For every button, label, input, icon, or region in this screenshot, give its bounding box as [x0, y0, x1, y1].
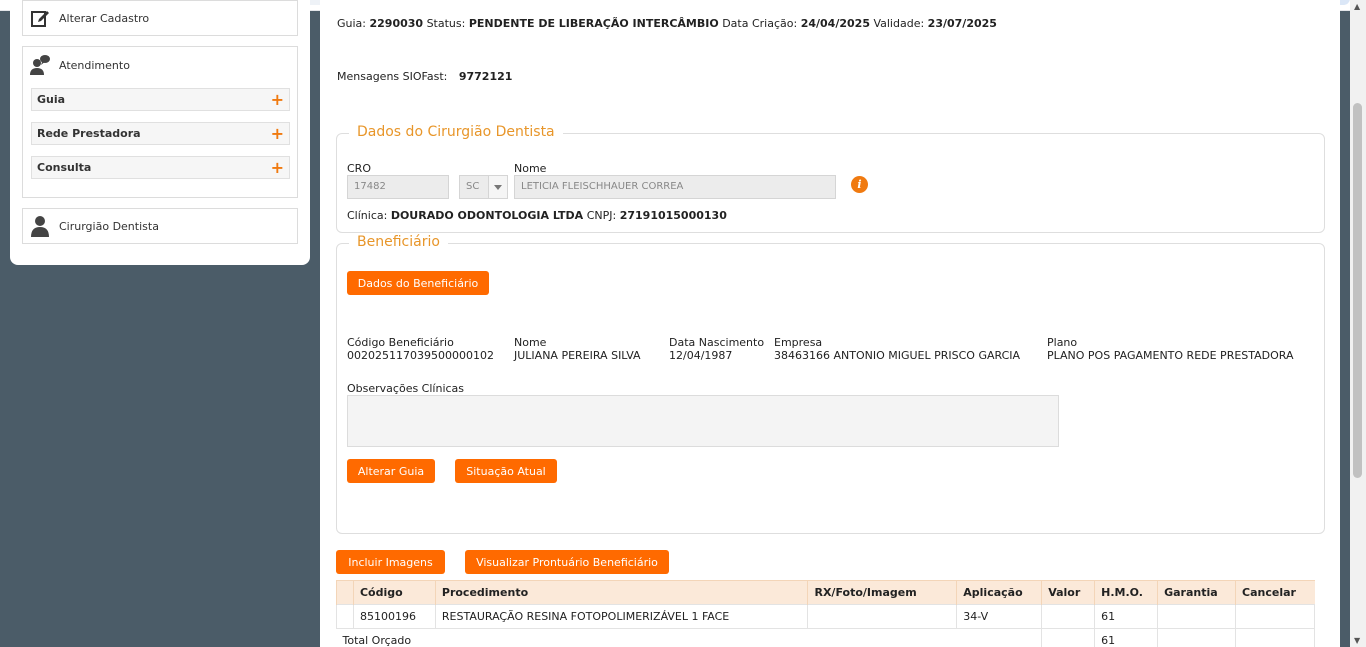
- rx-cell[interactable]: [807, 604, 958, 629]
- visualizar-prontuario-button[interactable]: Visualizar Prontuário Beneficiário: [465, 550, 669, 574]
- total-cancelar-cell: [1235, 628, 1315, 647]
- main-content: Guia: 2290030 Status: PENDENTE DE LIBERA…: [320, 0, 1340, 647]
- nascimento-label: Data Nascimento: [669, 336, 765, 349]
- codigo-cell: 85100196: [352, 604, 436, 629]
- situacao-atual-button[interactable]: Situação Atual: [455, 459, 557, 483]
- plano-value: PLANO POS PAGAMENTO REDE PRESTADORA: [1047, 349, 1294, 362]
- col-header: Cancelar: [1235, 580, 1315, 605]
- sidebar-item-alterar-cadastro[interactable]: Alterar Cadastro: [22, 0, 298, 36]
- total-row: Total Orçado 61: [336, 628, 1315, 647]
- col-header: Código: [352, 580, 436, 605]
- garantia-cell: [1157, 604, 1237, 629]
- cro-label: CRO: [347, 162, 371, 175]
- sidebar-item-label: Cirurgião Dentista: [59, 219, 159, 233]
- sidebar: Alterar Cadastro Atendimento Guia + Rede…: [10, 0, 310, 265]
- row-marker: [336, 604, 354, 629]
- scrollbar-thumb[interactable]: [1353, 103, 1362, 478]
- codigo-label: Código Beneficiário: [347, 336, 454, 349]
- obs-label: Observações Clínicas: [347, 382, 465, 395]
- hmo-cell: 61: [1094, 604, 1159, 629]
- ben-nome-value: JULIANA PEREIRA SILVA: [514, 349, 641, 362]
- nascimento-value: 12/04/1987: [669, 349, 733, 362]
- criacao-label: Data Criação:: [722, 17, 798, 30]
- col-header: H.M.O.: [1094, 580, 1158, 605]
- cnpj-value: 27191015000130: [619, 209, 727, 222]
- table-row[interactable]: 85100196 RESTAURAÇÃO RESINA FOTOPOLIMERI…: [336, 604, 1315, 629]
- aplicacao-cell: 34-V: [956, 604, 1043, 629]
- expand-plus-icon[interactable]: +: [271, 91, 284, 108]
- dentista-legend: Dados do Cirurgião Dentista: [349, 124, 563, 140]
- clinica-line: Clínica: DOURADO ODONTOLOGIA LTDA CNPJ: …: [347, 209, 727, 222]
- col-header: Valor: [1041, 580, 1095, 605]
- valor-cell: [1041, 604, 1096, 629]
- sidebar-item-label: Alterar Cadastro: [59, 11, 150, 25]
- dados-beneficiario-button[interactable]: Dados do Beneficiário: [347, 271, 489, 295]
- sidebar-subitem-consulta[interactable]: Consulta +: [31, 156, 290, 179]
- scroll-up-arrow-icon[interactable]: ▲: [1354, 2, 1360, 11]
- sidebar-item-cirurgiao-dentista[interactable]: Cirurgião Dentista: [22, 208, 298, 244]
- nome-label: Nome: [514, 162, 547, 175]
- plano-label: Plano: [1047, 336, 1078, 349]
- status-label: Status:: [426, 17, 466, 30]
- sidebar-item-label: Atendimento: [59, 58, 130, 72]
- edit-icon: [29, 7, 51, 29]
- beneficiario-legend: Beneficiário: [349, 234, 448, 250]
- cro-input[interactable]: 17482: [347, 175, 449, 199]
- col-header: [336, 580, 354, 605]
- scroll-down-arrow-icon[interactable]: ▼: [1354, 636, 1360, 645]
- mensagens-label: Mensagens SIOFast:: [337, 70, 448, 83]
- guia-value: 2290030: [369, 17, 424, 30]
- cancelar-cell[interactable]: [1235, 604, 1315, 629]
- status-value: PENDENTE DE LIBERAÇÃO INTERCÂMBIO: [468, 17, 719, 30]
- empresa-value: 38463166 ANTONIO MIGUEL PRISCO GARCIA: [774, 349, 1021, 362]
- table-header-row: Código Procedimento RX/Foto/Imagem Aplic…: [336, 580, 1315, 605]
- sidebar-subitem-guia[interactable]: Guia +: [31, 88, 290, 111]
- criacao-value: 24/04/2025: [800, 17, 870, 30]
- total-valor-cell: [1041, 628, 1096, 647]
- obs-textarea[interactable]: [347, 395, 1059, 447]
- clinica-label: Clínica:: [347, 209, 388, 222]
- total-hmo-cell: 61: [1094, 628, 1159, 647]
- user-chat-icon: [29, 54, 51, 76]
- incluir-imagens-button[interactable]: Incluir Imagens: [336, 550, 445, 574]
- mensagens-value: 9772121: [458, 70, 513, 83]
- page-scrollbar[interactable]: ▲ ▼: [1350, 0, 1366, 647]
- user-icon: [29, 215, 51, 237]
- col-header: RX/Foto/Imagem: [807, 580, 957, 605]
- subitem-label: Guia: [37, 93, 66, 106]
- col-header: Procedimento: [434, 580, 808, 605]
- subitem-label: Consulta: [37, 161, 92, 174]
- col-header: Garantia: [1157, 580, 1236, 605]
- sidebar-subitem-rede-prestadora[interactable]: Rede Prestadora +: [31, 122, 290, 145]
- guia-header: Guia: 2290030 Status: PENDENTE DE LIBERA…: [337, 17, 997, 30]
- ben-nome-label: Nome: [514, 336, 547, 349]
- col-header: Aplicação: [956, 580, 1042, 605]
- procedures-table: Código Procedimento RX/Foto/Imagem Aplic…: [336, 580, 1315, 647]
- info-icon[interactable]: i: [851, 176, 868, 193]
- guia-label: Guia:: [337, 17, 366, 30]
- sidebar-group-atendimento: Atendimento Guia + Rede Prestadora + Con…: [22, 46, 298, 198]
- uf-select[interactable]: SC: [459, 175, 489, 199]
- nome-input[interactable]: LETICIA FLEISCHHAUER CORREA: [514, 175, 836, 199]
- total-label: Total Orçado: [336, 628, 1043, 647]
- total-garantia-cell: [1157, 628, 1237, 647]
- empresa-label: Empresa: [774, 336, 823, 349]
- expand-plus-icon[interactable]: +: [271, 125, 284, 142]
- mensagens-line: Mensagens SIOFast: 9772121: [337, 70, 512, 83]
- clinica-value: DOURADO ODONTOLOGIA LTDA: [390, 209, 584, 222]
- expand-plus-icon[interactable]: +: [271, 159, 284, 176]
- cnpj-label: CNPJ:: [586, 209, 617, 222]
- codigo-value: 00202511703950000010​2: [347, 349, 494, 362]
- validade-value: 23/07/2025: [927, 17, 997, 30]
- procedimento-cell: RESTAURAÇÃO RESINA FOTOPOLIMERIZÁVEL 1 F…: [434, 604, 809, 629]
- subitem-label: Rede Prestadora: [37, 127, 141, 140]
- alterar-guia-button[interactable]: Alterar Guia: [347, 459, 435, 483]
- chevron-down-icon[interactable]: [488, 175, 508, 199]
- sidebar-item-atendimento[interactable]: Atendimento: [23, 47, 297, 83]
- validade-label: Validade:: [873, 17, 925, 30]
